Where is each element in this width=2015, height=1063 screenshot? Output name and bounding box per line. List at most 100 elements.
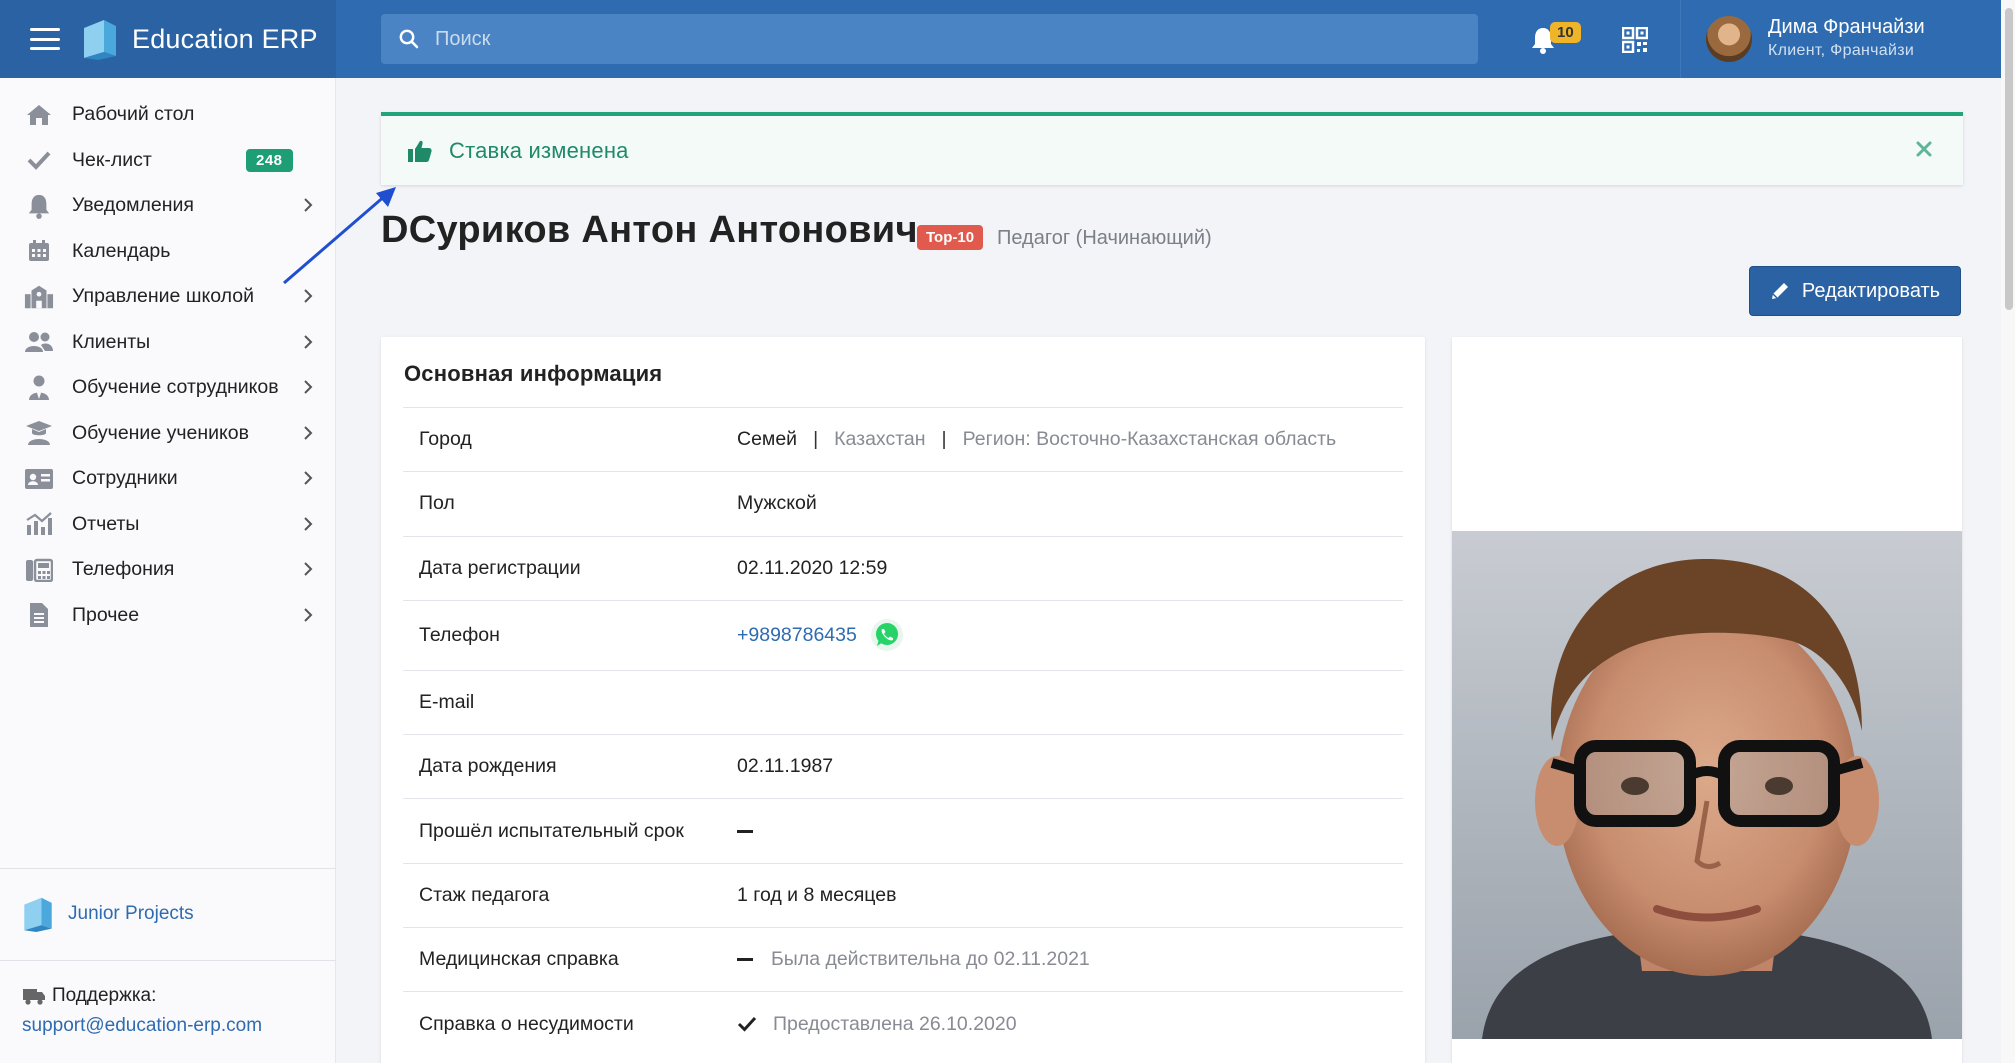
user-tie-icon [24, 375, 54, 401]
row-label: Телефон [419, 623, 500, 646]
info-row-experience: Стаж педагога 1 год и 8 месяцев [403, 862, 1403, 927]
position-label: Педагог (Начинающий) [997, 227, 1212, 249]
sidebar-item-label: Телефония [72, 558, 175, 581]
main-info-card: Основная информация Город Семей | Казахс… [381, 337, 1425, 1063]
chevron-right-icon [304, 471, 313, 485]
info-row-criminal-record: Справка о несудимости Предоставлена 26.1… [403, 991, 1403, 1055]
sidebar-item-clients[interactable]: Клиенты [0, 320, 335, 366]
whatsapp-icon[interactable] [869, 617, 905, 653]
country-value: Казахстан [834, 428, 926, 451]
brand-name[interactable]: Education ERP [132, 24, 318, 55]
support-email-link[interactable]: support@education-erp.com [22, 1015, 262, 1037]
row-value: +9898786435 [737, 617, 905, 653]
sidebar-item-staff-training[interactable]: Обучение сотрудников [0, 365, 335, 411]
sidebar-divider [0, 868, 336, 869]
sidebar-item-label: Уведомления [72, 194, 194, 217]
users-icon [24, 329, 54, 355]
info-row-phone: Телефон +9898786435 [403, 599, 1403, 670]
support-label-text: Поддержка: [52, 985, 157, 1006]
row-label: Пол [419, 492, 455, 515]
sidebar-item-label: Чек-лист [72, 148, 152, 171]
home-icon [24, 102, 54, 128]
truck-icon [23, 989, 45, 1005]
row-label: Прошёл испытательный срок [419, 819, 684, 842]
sidebar-item-label: Обучение сотрудников [72, 376, 279, 399]
success-alert: Ставка изменена [381, 112, 1963, 185]
notifications-count-badge: 10 [1550, 22, 1581, 43]
medical-status: Была действительна до 02.11.2021 [771, 948, 1090, 971]
bell-icon [24, 193, 54, 219]
info-rows: Город Семей | Казахстан | Регион: Восточ… [403, 407, 1403, 1056]
company-link[interactable]: Junior Projects [22, 896, 194, 932]
separator: | [941, 428, 947, 451]
chart-icon [24, 511, 54, 537]
region-value: Регион: Восточно-Казахстанская область [962, 428, 1337, 451]
city-value: Семей [737, 428, 798, 451]
checklist-count-badge: 248 [246, 148, 293, 172]
info-row-medical: Медицинская справка Была действительна д… [403, 927, 1403, 991]
support-label: Поддержка: [22, 985, 156, 1007]
sidebar-item-label: Прочее [72, 603, 140, 626]
row-label: Справка о несудимости [419, 1012, 634, 1035]
card-title: Основная информация [404, 361, 663, 386]
check-icon [737, 1017, 757, 1032]
sidebar-item-label: Сотрудники [72, 467, 178, 490]
info-row-registration: Дата регистрации 02.11.2020 12:59 [403, 535, 1403, 600]
info-row-email: E-mail [403, 669, 1403, 734]
row-value: Мужской [737, 492, 817, 515]
row-label: Город [419, 428, 472, 451]
brand-area: Education ERP [0, 0, 336, 78]
chevron-right-icon [304, 607, 313, 622]
sidebar-item-desktop[interactable]: Рабочий стол [0, 92, 335, 138]
alert-message: Ставка изменена [449, 137, 629, 163]
search-bar[interactable] [381, 14, 1478, 64]
logo-icon [84, 20, 116, 60]
sidebar-item-telephony[interactable]: Телефония [0, 547, 335, 593]
qr-code-icon[interactable] [1622, 27, 1648, 53]
sidebar-item-reports[interactable]: Отчеты [0, 502, 335, 548]
user-role: Клиент, Франчайзи [1768, 42, 1915, 59]
sidebar-item-label: Клиенты [72, 330, 151, 353]
sidebar-item-employees[interactable]: Сотрудники [0, 456, 335, 502]
separator: | [813, 428, 819, 451]
row-value: Семей | Казахстан | Регион: Восточно-Каз… [737, 428, 1336, 451]
sidebar-nav: Рабочий стол Чек-лист 248 Уведомления Ка… [0, 78, 335, 638]
dash-icon [737, 829, 753, 833]
row-value: 02.11.1987 [737, 755, 834, 778]
company-name[interactable]: Junior Projects [68, 903, 194, 925]
row-value [737, 829, 771, 833]
user-avatar[interactable] [1706, 16, 1752, 62]
criminal-record-status: Предоставлена 26.10.2020 [773, 1012, 1017, 1035]
school-icon [24, 284, 54, 310]
hamburger-menu-icon[interactable] [30, 28, 60, 50]
phone-link[interactable]: +9898786435 [737, 624, 857, 647]
row-value: 1 год и 8 месяцев [737, 883, 897, 906]
row-label: E-mail [419, 691, 475, 714]
graduation-cap-icon [24, 420, 54, 446]
edit-button[interactable]: Редактировать [1749, 266, 1961, 316]
top-tag-badge: Top-10 [917, 225, 984, 250]
scrollbar-thumb[interactable] [2005, 8, 2013, 310]
row-label: Дата регистрации [419, 556, 581, 579]
info-row-birth: Дата рождения 02.11.1987 [403, 734, 1403, 798]
chevron-right-icon [304, 380, 313, 394]
user-name[interactable]: Дима Франчайзи [1768, 16, 1925, 39]
page-scrollbar[interactable] [2001, 0, 2015, 1063]
search-input[interactable] [435, 27, 1435, 51]
dash-icon [737, 958, 753, 962]
row-label: Дата рождения [419, 755, 557, 778]
close-icon[interactable] [1915, 140, 1933, 158]
info-row-city: Город Семей | Казахстан | Регион: Восточ… [403, 407, 1403, 471]
sidebar-item-checklist[interactable]: Чек-лист 248 [0, 138, 335, 184]
company-logo-icon [24, 897, 52, 932]
info-row-probation: Прошёл испытательный срок [403, 798, 1403, 862]
profile-photo[interactable] [1452, 531, 1962, 1039]
sidebar-item-student-training[interactable]: Обучение учеников [0, 411, 335, 457]
id-card-icon [24, 466, 54, 492]
sidebar-item-other[interactable]: Прочее [0, 593, 335, 639]
info-row-sex: Пол Мужской [403, 471, 1403, 535]
sidebar-item-label: Управление школой [72, 285, 254, 308]
edit-button-label: Редактировать [1801, 279, 1941, 302]
chevron-right-icon [304, 562, 313, 576]
chevron-right-icon [304, 334, 313, 349]
